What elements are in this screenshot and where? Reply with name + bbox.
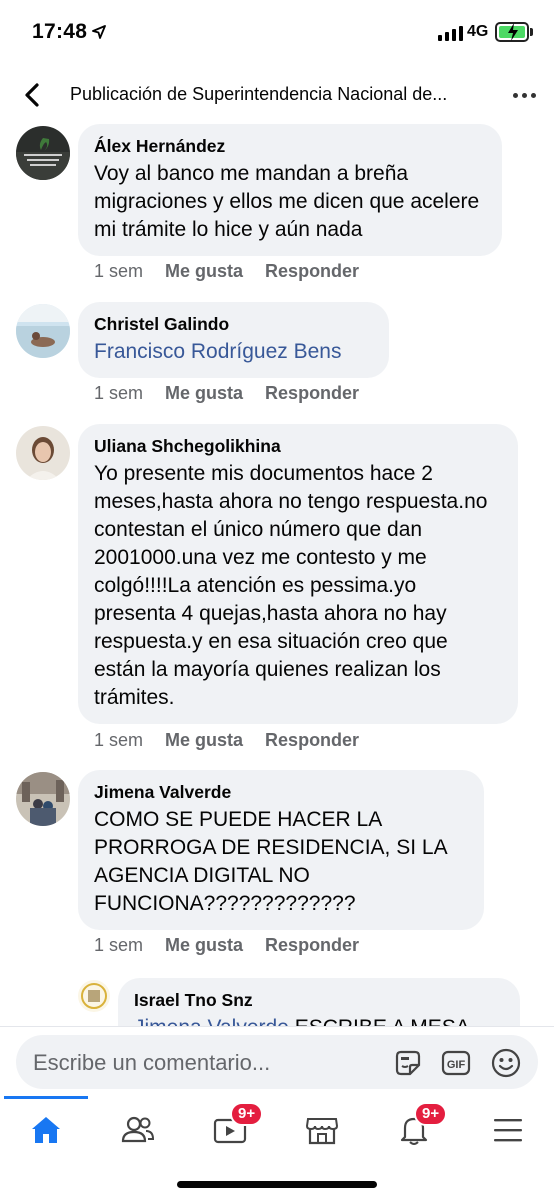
more-options-button[interactable] bbox=[508, 80, 540, 110]
tab-watch[interactable]: 9+ bbox=[200, 1102, 264, 1150]
comment-text: Jimena Valverde ESCRIBE A MESA bbox=[134, 1014, 504, 1026]
avatar[interactable] bbox=[16, 304, 70, 358]
reply-button[interactable]: Responder bbox=[265, 383, 359, 404]
network-label: 4G bbox=[467, 23, 489, 40]
location-arrow-icon bbox=[92, 25, 106, 39]
tab-home[interactable] bbox=[16, 1110, 76, 1150]
watch-badge: 9+ bbox=[230, 1102, 264, 1126]
comment-text: Voy al banco me mandan a breña migracion… bbox=[94, 162, 480, 241]
comment-time[interactable]: 1 sem bbox=[94, 261, 143, 282]
comment-time[interactable]: 1 sem bbox=[94, 935, 143, 956]
reply-button[interactable]: Responder bbox=[265, 730, 359, 751]
emoji-icon[interactable] bbox=[490, 1047, 522, 1079]
comment-text: Yo presente mis documentos hace 2 meses,… bbox=[94, 462, 488, 709]
svg-text:GIF: GIF bbox=[447, 1059, 466, 1071]
comment-author[interactable]: Israel Tno Snz bbox=[134, 989, 504, 1011]
comment-input-container[interactable]: Escribe un comentario... GIF bbox=[16, 1035, 538, 1089]
avatar[interactable] bbox=[16, 772, 70, 826]
tab-friends[interactable] bbox=[108, 1110, 168, 1150]
comment-time[interactable]: 1 sem bbox=[94, 383, 143, 404]
marketplace-icon bbox=[305, 1118, 339, 1145]
comment-bubble[interactable]: Jimena Valverde COMO SE PUEDE HACER LA P… bbox=[78, 770, 484, 930]
like-button[interactable]: Me gusta bbox=[165, 261, 243, 282]
status-bar: 17:48 4G bbox=[0, 0, 554, 66]
comment-actions: 1 sem Me gusta Responder bbox=[94, 935, 359, 956]
mention-link[interactable]: Francisco Rodríguez Bens bbox=[94, 338, 373, 366]
comment-actions: 1 sem Me gusta Responder bbox=[94, 730, 359, 751]
comment-bubble[interactable]: Álex Hernández Voy al banco me mandan a … bbox=[78, 124, 502, 256]
reply-button[interactable]: Responder bbox=[265, 935, 359, 956]
comment-text: COMO SE PUEDE HACER LA PRORROGA DE RESID… bbox=[94, 808, 447, 915]
home-indicator bbox=[177, 1181, 377, 1188]
like-button[interactable]: Me gusta bbox=[165, 935, 243, 956]
comment-time[interactable]: 1 sem bbox=[94, 730, 143, 751]
like-button[interactable]: Me gusta bbox=[165, 383, 243, 404]
comment-author[interactable]: Uliana Shchegolikhina bbox=[94, 435, 502, 457]
comment-author[interactable]: Jimena Valverde bbox=[94, 781, 468, 803]
menu-icon bbox=[494, 1119, 522, 1142]
comment-input[interactable]: Escribe un comentario... bbox=[33, 1050, 363, 1076]
comment-actions: 1 sem Me gusta Responder bbox=[94, 261, 359, 282]
charging-bolt-icon bbox=[508, 23, 518, 41]
page-title: Publicación de Superintendencia Nacional… bbox=[70, 84, 448, 104]
battery-cap bbox=[530, 28, 533, 36]
notifications-badge: 9+ bbox=[414, 1102, 448, 1126]
comment-composer: Escribe un comentario... GIF bbox=[0, 1026, 554, 1096]
tab-marketplace[interactable] bbox=[292, 1110, 352, 1150]
back-arrow-icon[interactable] bbox=[18, 80, 48, 110]
active-tab-indicator bbox=[4, 1096, 88, 1099]
comment-bubble[interactable]: Christel Galindo Francisco Rodríguez Ben… bbox=[78, 302, 389, 378]
tab-menu[interactable] bbox=[478, 1110, 538, 1150]
avatar[interactable] bbox=[16, 426, 70, 480]
sticker-icon[interactable] bbox=[392, 1047, 424, 1079]
signal-icon bbox=[438, 25, 463, 41]
comment-actions: 1 sem Me gusta Responder bbox=[94, 383, 359, 404]
status-time: 17:48 bbox=[32, 20, 88, 43]
avatar[interactable] bbox=[16, 126, 70, 180]
reply-button[interactable]: Responder bbox=[265, 261, 359, 282]
tab-notifications[interactable]: 9+ bbox=[384, 1102, 448, 1150]
comment-bubble[interactable]: Israel Tno Snz Jimena Valverde ESCRIBE A… bbox=[118, 978, 520, 1026]
mention-link[interactable]: Jimena Valverde bbox=[134, 1016, 289, 1026]
like-button[interactable]: Me gusta bbox=[165, 730, 243, 751]
friends-icon bbox=[121, 1116, 155, 1143]
comments-list[interactable]: Álex Hernández Voy al banco me mandan a … bbox=[0, 124, 554, 1026]
comment-author[interactable]: Christel Galindo bbox=[94, 313, 373, 335]
home-icon bbox=[32, 1117, 60, 1143]
reply-text: ESCRIBE A MESA bbox=[295, 1016, 470, 1026]
post-header: Publicación de Superintendencia Nacional… bbox=[0, 66, 554, 124]
avatar[interactable] bbox=[78, 980, 110, 1012]
gif-icon[interactable]: GIF bbox=[440, 1047, 472, 1079]
comment-author[interactable]: Álex Hernández bbox=[94, 135, 486, 157]
comment-bubble[interactable]: Uliana Shchegolikhina Yo presente mis do… bbox=[78, 424, 518, 724]
